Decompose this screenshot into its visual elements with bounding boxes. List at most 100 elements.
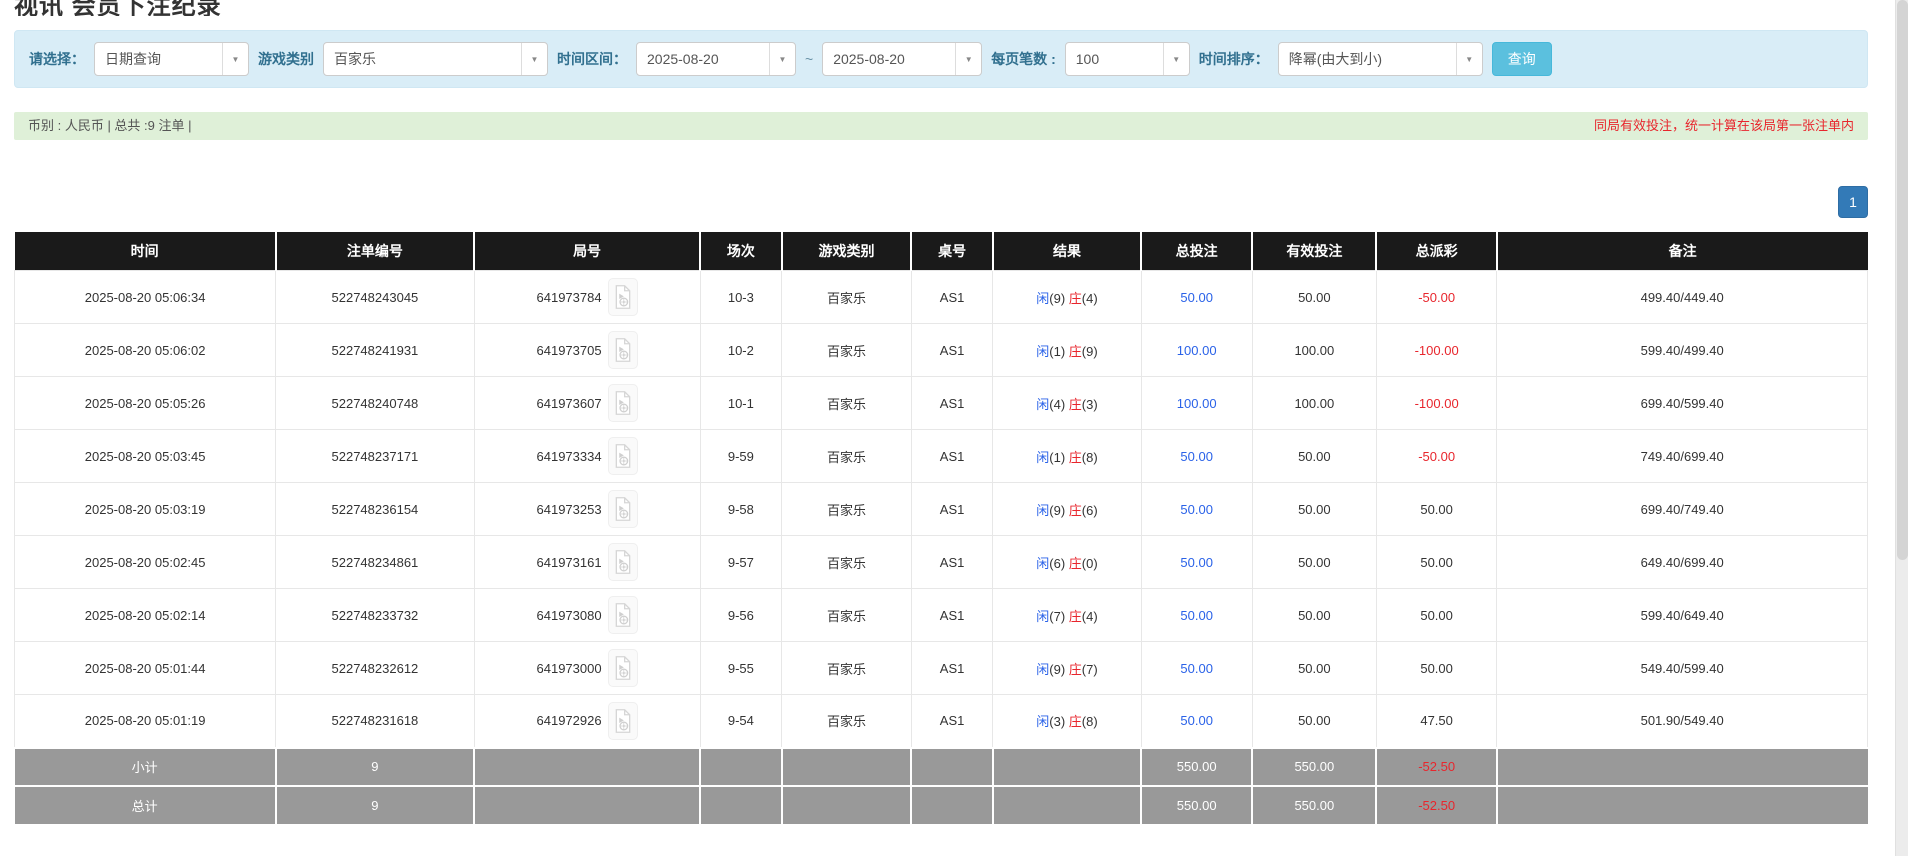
- video-replay-button[interactable]: [608, 596, 638, 634]
- chevron-down-icon: ▼: [222, 43, 248, 75]
- result-banker-label: 庄: [1069, 714, 1082, 729]
- cell-bet-id: 522748236154: [276, 483, 474, 536]
- chevron-down-icon: ▼: [1456, 43, 1482, 75]
- cell-session: 10-2: [700, 324, 782, 377]
- cell-result: 闲(9) 庄(4): [993, 271, 1141, 324]
- cell-result: 闲(9) 庄(6): [993, 483, 1141, 536]
- chevron-down-icon: ▼: [521, 43, 547, 75]
- result-banker-label: 庄: [1069, 291, 1082, 306]
- result-banker-score: (9): [1082, 344, 1098, 359]
- cell-round-id: 641973253: [474, 483, 700, 536]
- result-banker-score: (7): [1082, 662, 1098, 677]
- page-content: 视讯 会员下注纪录 请选择： 日期查询 ▼ 游戏类别 百家乐 ▼ 时间区间： 2…: [14, 0, 1868, 824]
- total-bet-link[interactable]: 50.00: [1180, 502, 1213, 517]
- cell-bet-id: 522748233732: [276, 589, 474, 642]
- cell-total-bet: 50.00: [1141, 642, 1252, 695]
- result-banker-score: (4): [1082, 291, 1098, 306]
- cell-session: 9-56: [700, 589, 782, 642]
- sort-order-select[interactable]: 降幂(由大到小) ▼: [1278, 42, 1483, 76]
- video-replay-button[interactable]: [608, 543, 638, 581]
- result-player-score: (9): [1049, 291, 1065, 306]
- cell-result: 闲(6) 庄(0): [993, 536, 1141, 589]
- date-to-value: 2025-08-20: [823, 51, 955, 67]
- cell-remark: 649.40/699.40: [1497, 536, 1868, 589]
- cell-result: 闲(4) 庄(3): [993, 377, 1141, 430]
- cell-round-id: 641973784: [474, 271, 700, 324]
- total-bet-link[interactable]: 50.00: [1180, 661, 1213, 676]
- video-replay-button[interactable]: [608, 702, 638, 740]
- round-id-value: 641973705: [537, 343, 602, 358]
- result-banker-score: (8): [1082, 714, 1098, 729]
- cell-bet-id: 522748243045: [276, 271, 474, 324]
- date-from-select[interactable]: 2025-08-20 ▼: [636, 42, 796, 76]
- result-banker-score: (3): [1082, 397, 1098, 412]
- cell-round-id: 641972926: [474, 695, 700, 748]
- total-total-bet: 550.00: [1141, 786, 1252, 824]
- game-type-select[interactable]: 百家乐 ▼: [323, 42, 548, 76]
- result-banker-label: 庄: [1069, 503, 1082, 518]
- cell-session: 9-59: [700, 430, 782, 483]
- video-replay-button[interactable]: [608, 331, 638, 369]
- total-bet-link[interactable]: 50.00: [1180, 555, 1213, 570]
- cell-time: 2025-08-20 05:06:34: [15, 271, 276, 324]
- video-replay-button[interactable]: [608, 384, 638, 422]
- total-bet-link[interactable]: 50.00: [1180, 713, 1213, 728]
- valid-bet-note: 同局有效投注，统一计算在该局第一张注单内: [1594, 118, 1854, 134]
- total-valid-bet: 550.00: [1252, 786, 1376, 824]
- filter-panel: 请选择： 日期查询 ▼ 游戏类别 百家乐 ▼ 时间区间： 2025-08-20 …: [14, 30, 1868, 88]
- sort-order-label: 时间排序：: [1199, 49, 1269, 69]
- page-size-select[interactable]: 100 ▼: [1065, 42, 1190, 76]
- result-player-label: 闲: [1036, 450, 1049, 465]
- col-header-bet-id: 注单编号: [276, 232, 474, 271]
- page-1-button[interactable]: 1: [1838, 186, 1868, 218]
- query-mode-select[interactable]: 日期查询 ▼: [94, 42, 249, 76]
- video-replay-button[interactable]: [608, 278, 638, 316]
- cell-valid-bet: 50.00: [1252, 536, 1376, 589]
- cell-round-id: 641973000: [474, 642, 700, 695]
- cell-payout: 50.00: [1376, 536, 1496, 589]
- cell-payout: -100.00: [1376, 324, 1496, 377]
- total-bet-link[interactable]: 100.00: [1177, 343, 1217, 358]
- search-button[interactable]: 查询: [1492, 42, 1552, 76]
- cell-table-no: AS1: [911, 377, 993, 430]
- browser-scrollbar[interactable]: [1895, 0, 1908, 856]
- round-id-value: 641973253: [537, 502, 602, 517]
- video-replay-button[interactable]: [608, 490, 638, 528]
- cell-remark: 599.40/499.40: [1497, 324, 1868, 377]
- result-player-score: (9): [1049, 662, 1065, 677]
- cell-game-type: 百家乐: [782, 377, 912, 430]
- video-replay-button[interactable]: [608, 437, 638, 475]
- sort-order-value: 降幂(由大到小): [1279, 49, 1456, 69]
- cell-time: 2025-08-20 05:02:14: [15, 589, 276, 642]
- cell-payout: -100.00: [1376, 377, 1496, 430]
- cell-result: 闲(9) 庄(7): [993, 642, 1141, 695]
- cell-session: 10-1: [700, 377, 782, 430]
- table-row: 2025-08-20 05:06:02 522748241931 6419737…: [15, 324, 1868, 377]
- cell-session: 9-57: [700, 536, 782, 589]
- scrollbar-thumb[interactable]: [1897, 0, 1908, 560]
- col-header-time: 时间: [15, 232, 276, 271]
- table-header: 时间 注单编号 局号 场次 游戏类别 桌号 结果 总投注 有效投注 总派彩 备注: [15, 232, 1868, 271]
- total-bet-link[interactable]: 50.00: [1180, 449, 1213, 464]
- cell-total-bet: 50.00: [1141, 271, 1252, 324]
- cell-remark: 699.40/599.40: [1497, 377, 1868, 430]
- cell-valid-bet: 100.00: [1252, 324, 1376, 377]
- total-bet-link[interactable]: 50.00: [1180, 290, 1213, 305]
- cell-remark: 501.90/549.40: [1497, 695, 1868, 748]
- col-header-valid-bet: 有效投注: [1252, 232, 1376, 271]
- video-file-icon: [613, 602, 633, 628]
- col-header-total-bet: 总投注: [1141, 232, 1252, 271]
- cell-payout: -50.00: [1376, 430, 1496, 483]
- col-header-table-no: 桌号: [911, 232, 993, 271]
- cell-bet-id: 522748237171: [276, 430, 474, 483]
- date-to-select[interactable]: 2025-08-20 ▼: [822, 42, 982, 76]
- cell-valid-bet: 50.00: [1252, 589, 1376, 642]
- result-player-label: 闲: [1036, 609, 1049, 624]
- cell-table-no: AS1: [911, 589, 993, 642]
- total-bet-link[interactable]: 100.00: [1177, 396, 1217, 411]
- total-bet-link[interactable]: 50.00: [1180, 608, 1213, 623]
- result-banker-label: 庄: [1069, 344, 1082, 359]
- chevron-down-icon: ▼: [769, 43, 795, 75]
- video-replay-button[interactable]: [608, 649, 638, 687]
- table-footer: 小计 9 550.00 550.00 -52.50 总计 9 550.00 55…: [15, 748, 1868, 824]
